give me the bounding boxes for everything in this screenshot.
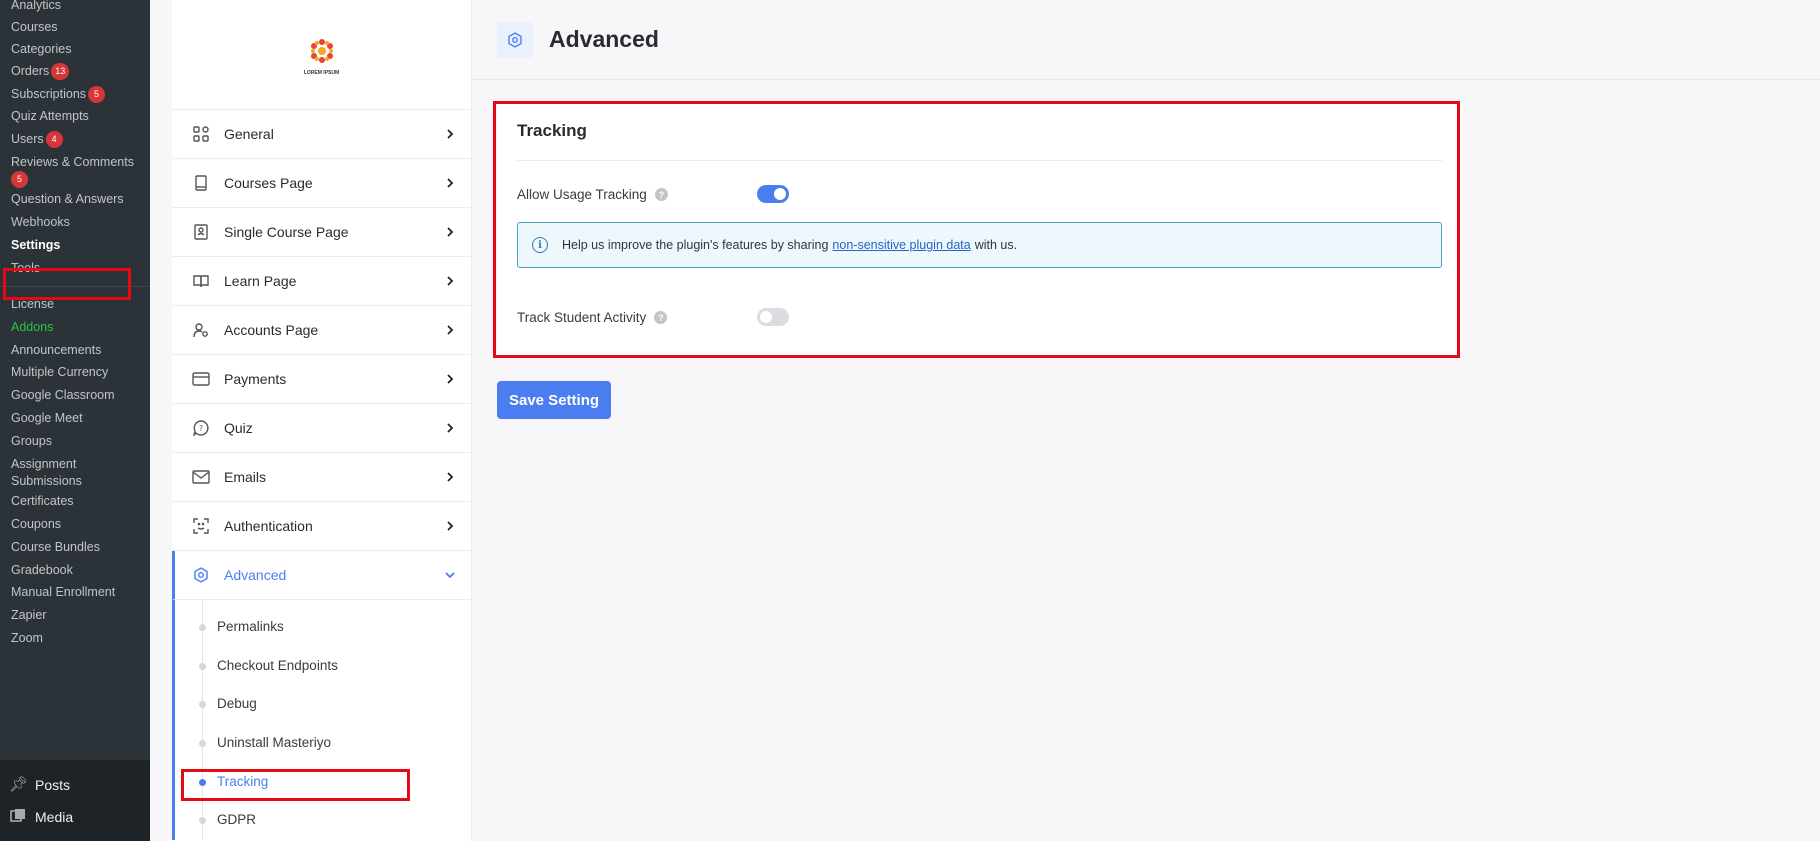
svg-text:?: ? — [199, 424, 203, 433]
sub-item-checkout-endpoints[interactable]: Checkout Endpoints — [217, 658, 338, 673]
chevron-right-icon — [447, 276, 454, 286]
wp-menu-reviews-comments[interactable]: Reviews & Comments 5 — [11, 154, 134, 189]
gear-hex-icon — [497, 21, 533, 58]
wp-menu-manual-enrollment[interactable]: Manual Enrollment — [11, 584, 115, 601]
wp-menu-zapier[interactable]: Zapier — [11, 607, 46, 624]
tracking-highlight-box — [181, 769, 410, 801]
wp-menu-announcements[interactable]: Announcements — [11, 342, 101, 359]
page-header: Advanced — [472, 0, 1820, 80]
users-count-badge: 4 — [45, 131, 63, 149]
wp-menu-analytics[interactable]: Analytics — [11, 0, 61, 14]
chevron-right-icon — [447, 178, 454, 188]
mail-icon — [192, 468, 210, 486]
user-gear-icon — [192, 321, 210, 339]
nav-payments[interactable]: Payments — [172, 355, 471, 404]
grid-icon — [192, 125, 210, 143]
wp-menu-webhooks[interactable]: Webhooks — [11, 214, 70, 231]
sub-dot — [199, 817, 206, 824]
pin-icon: 📌︎ — [9, 776, 29, 793]
nav-accounts-page[interactable]: Accounts Page — [172, 306, 471, 355]
wp-menu-google-classroom[interactable]: Google Classroom — [11, 387, 115, 404]
nav-advanced[interactable]: Advanced — [172, 551, 471, 600]
wp-menu-google-meet[interactable]: Google Meet — [11, 410, 83, 427]
sub-item-debug[interactable]: Debug — [217, 696, 257, 711]
sub-item-permalinks[interactable]: Permalinks — [217, 619, 284, 634]
wp-menu-multiple-currency[interactable]: Multiple Currency — [11, 364, 108, 381]
wp-menu-categories[interactable]: Categories — [11, 41, 71, 58]
chevron-down-icon — [445, 572, 455, 579]
wp-menu-assignment-submissions[interactable]: Assignment Submissions — [11, 456, 82, 490]
settings-nav-panel: LOREM IPSUM General Courses Page Single … — [172, 0, 472, 841]
sub-dot — [199, 624, 206, 631]
card-icon — [192, 370, 210, 388]
scan-face-icon — [192, 517, 210, 535]
wp-menu-course-bundles[interactable]: Course Bundles — [11, 539, 100, 556]
wp-menu-zoom[interactable]: Zoom — [11, 630, 43, 647]
nav-general[interactable]: General — [172, 110, 471, 159]
media-icon — [9, 808, 27, 826]
book-icon — [192, 174, 210, 192]
wp-menu-users[interactable]: Users 4 — [11, 131, 63, 149]
orders-count-badge: 13 — [51, 63, 70, 81]
chevron-right-icon — [447, 129, 454, 139]
settings-highlight-box — [3, 268, 131, 300]
sub-item-gdpr[interactable]: GDPR — [217, 812, 256, 827]
chevron-right-icon — [447, 472, 454, 482]
nav-quiz[interactable]: ? Quiz — [172, 404, 471, 453]
wp-menu-question-answers[interactable]: Question & Answers — [11, 191, 124, 208]
wp-menu-coupons[interactable]: Coupons — [11, 516, 61, 533]
sub-dot — [199, 701, 206, 708]
gear-hex-icon — [192, 566, 210, 584]
chevron-right-icon — [447, 325, 454, 335]
advanced-sub-list: Permalinks Checkout Endpoints Debug Unin… — [172, 600, 471, 840]
brand-logo — [302, 34, 342, 74]
logo-area: LOREM IPSUM — [172, 0, 471, 110]
reviews-count-badge: 5 — [11, 171, 28, 189]
wp-menu-courses[interactable]: Courses — [11, 19, 58, 36]
sub-dot — [199, 663, 206, 670]
page-title: Advanced — [549, 26, 659, 52]
nav-authentication[interactable]: Authentication — [172, 502, 471, 551]
chevron-right-icon — [447, 227, 454, 237]
badge-icon — [192, 223, 210, 241]
nav-courses-page[interactable]: Courses Page — [172, 159, 471, 208]
sub-list-line — [202, 600, 203, 840]
wp-menu-settings[interactable]: Settings — [11, 237, 60, 254]
subscriptions-count-badge: 5 — [88, 86, 106, 104]
nav-emails[interactable]: Emails — [172, 453, 471, 502]
nav-single-course-page[interactable]: Single Course Page — [172, 208, 471, 257]
wp-menu-posts[interactable]: 📌︎ Posts — [9, 776, 70, 794]
wp-menu-groups[interactable]: Groups — [11, 433, 52, 450]
chevron-right-icon — [447, 374, 454, 384]
save-setting-button[interactable]: Save Setting — [497, 381, 611, 419]
open-book-icon — [192, 272, 210, 290]
sub-item-uninstall-masteriyo[interactable]: Uninstall Masteriyo — [217, 735, 331, 750]
wp-submenu: Analytics Courses Categories Orders 13 Su… — [0, 0, 150, 760]
chevron-right-icon — [447, 423, 454, 433]
wp-admin-sidebar: Analytics Courses Categories Orders 13 Su… — [0, 0, 150, 841]
wp-menu-quiz-attempts[interactable]: Quiz Attempts — [11, 108, 89, 125]
nav-learn-page[interactable]: Learn Page — [172, 257, 471, 306]
wp-menu-certificates[interactable]: Certificates — [11, 493, 74, 510]
wp-menu-media[interactable]: Media — [9, 808, 73, 826]
wp-menu-orders[interactable]: Orders 13 — [11, 63, 70, 81]
card-highlight-box — [493, 101, 1460, 358]
wp-menu-addons[interactable]: Addons — [11, 319, 53, 336]
sub-dot — [199, 740, 206, 747]
wp-menu-subscriptions[interactable]: Subscriptions 5 — [11, 86, 106, 104]
chevron-right-icon — [447, 521, 454, 531]
wp-menu-gradebook[interactable]: Gradebook — [11, 562, 73, 579]
chat-question-icon: ? — [192, 419, 210, 437]
